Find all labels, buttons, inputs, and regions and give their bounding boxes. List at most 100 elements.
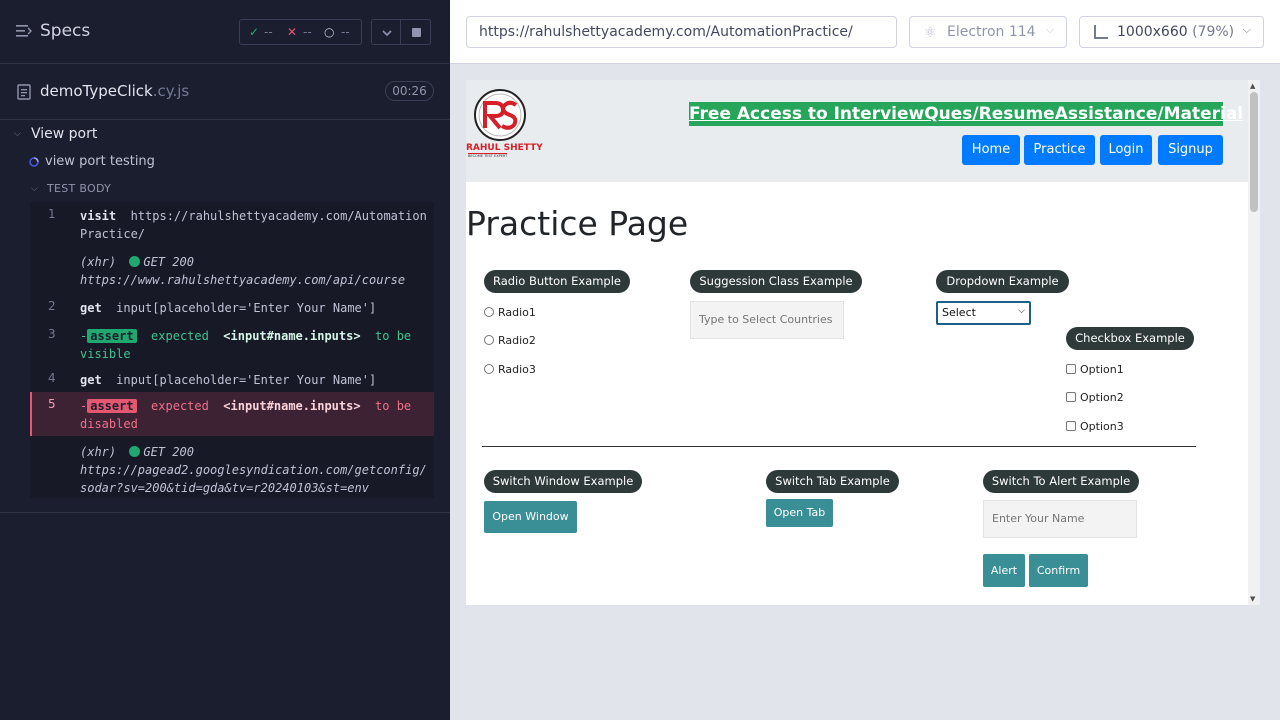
free-access-banner[interactable]: Free Access to InterviewQues/ResumeAssis… — [689, 102, 1243, 126]
xhr-url: https://www.rahulshettyacademy.com/api/c… — [80, 273, 406, 287]
xhr-label: (xhr) — [80, 255, 117, 269]
xhr-status: GET 200 — [143, 255, 194, 269]
nav-home-button[interactable]: Home — [962, 135, 1020, 165]
section-divider — [482, 446, 1196, 447]
checkbox-option[interactable]: Option3 — [1066, 420, 1124, 433]
test-body-label[interactable]: TEST BODY — [47, 182, 111, 195]
test-title[interactable]: view port testing — [45, 154, 155, 169]
page-title: Practice Page — [466, 204, 689, 243]
autocomplete-input[interactable]: Type to Select Countries — [690, 301, 844, 339]
failed-assert-row[interactable]: 5 - assert expected <input#name.inputs> t… — [30, 392, 434, 436]
running-spinner-icon — [29, 157, 39, 167]
chevron-down-icon — [382, 30, 392, 37]
dropdown-section-title: Dropdown Example — [936, 270, 1069, 293]
status-dot-icon — [129, 256, 141, 267]
test-stats: ✓ -- ✕ -- ○ -- — [239, 19, 362, 45]
checkbox-icon[interactable] — [1066, 421, 1076, 431]
reporter-header: Specs ✓ -- ✕ -- ○ -- — [0, 0, 450, 64]
radio-label: Radio3 — [498, 363, 536, 376]
command-arg: input[placeholder='Enter Your Name'] — [116, 301, 377, 315]
open-window-button[interactable]: Open Window — [484, 501, 577, 533]
command-name: get — [80, 373, 102, 387]
aut-panel: https://rahulshettyacademy.com/Automatio… — [450, 0, 1280, 720]
browser-name: Electron 114 — [947, 24, 1036, 40]
browser-toolbar: https://rahulshettyacademy.com/Automatio… — [450, 0, 1280, 64]
auto-scroll-toggle-button[interactable] — [371, 19, 401, 45]
url-bar[interactable]: https://rahulshettyacademy.com/Automatio… — [466, 16, 897, 48]
dropdown-select[interactable]: Select ⌵ — [936, 301, 1031, 325]
specs-title[interactable]: Specs — [40, 21, 90, 41]
spec-name: demoTypeClick — [40, 82, 153, 100]
checkbox-label: Option1 — [1080, 363, 1124, 376]
chevron-down-icon[interactable]: ⌵ — [31, 184, 38, 194]
checkbox-icon[interactable] — [1066, 364, 1076, 374]
stop-button[interactable] — [401, 19, 431, 45]
nav-practice-button[interactable]: Practice — [1024, 135, 1095, 165]
command-number: 3 — [48, 327, 56, 341]
suite-title[interactable]: View port — [31, 126, 97, 142]
spec-extension: .cy.js — [152, 82, 190, 100]
radio-circle-icon[interactable] — [484, 364, 494, 374]
command-number: 5 — [48, 397, 56, 411]
xhr-label: (xhr) — [80, 445, 117, 459]
assert-prefix: - — [80, 329, 88, 343]
stop-icon — [412, 28, 421, 37]
dropdown-value: Select — [942, 306, 976, 319]
divider — [0, 512, 450, 513]
confirm-button[interactable]: Confirm — [1029, 554, 1088, 587]
scroll-down-icon[interactable]: ▼ — [1250, 595, 1255, 603]
name-input[interactable]: Enter Your Name — [983, 500, 1137, 538]
checkbox-label: Option3 — [1080, 420, 1124, 433]
checkbox-icon[interactable] — [1066, 392, 1076, 402]
switch-window-title: Switch Window Example — [484, 470, 642, 493]
nav-login-button[interactable]: Login — [1100, 135, 1152, 165]
checkbox-option[interactable]: Option2 — [1066, 391, 1124, 404]
scrollbar-thumb[interactable] — [1250, 92, 1258, 212]
assert-word: expected — [151, 399, 209, 413]
scroll-up-icon[interactable]: ▲ — [1250, 82, 1255, 90]
command-log: 1 visit https://rahulshettyacademy.com/A… — [30, 202, 434, 498]
document-icon — [17, 84, 31, 100]
pending-circle-icon: ○ — [324, 25, 335, 39]
site-logo[interactable]: RAHUL SHETTY BECOME TEST EXPERT — [466, 88, 543, 160]
command-row[interactable]: 1 visit https://rahulshettyacademy.com/A… — [30, 202, 434, 248]
status-dot-icon — [129, 446, 141, 457]
alert-button[interactable]: Alert — [983, 554, 1025, 587]
command-number: 1 — [48, 207, 56, 221]
xhr-row[interactable]: (xhr) GET 200 https://pagead2.googlesyndi… — [30, 438, 434, 498]
browser-selector[interactable]: ⚛ Electron 114 ⌵ — [909, 16, 1067, 48]
chevron-down-icon[interactable]: ⌵ — [14, 129, 21, 139]
command-name: get — [80, 301, 102, 315]
xhr-url: https://pagead2.googlesyndication.com/ge… — [80, 463, 427, 495]
switch-tab-title: Switch Tab Example — [766, 470, 899, 493]
radio-option[interactable]: Radio3 — [484, 363, 536, 376]
spec-file-name: demoTypeClick.cy.js — [40, 82, 189, 100]
command-arg: https://rahulshettyacademy.com/Automatio… — [80, 209, 427, 241]
radio-circle-icon[interactable] — [484, 307, 494, 317]
checkbox-option[interactable]: Option1 — [1066, 363, 1124, 376]
viewport-selector[interactable]: 1000x660 (79%) ⌵ — [1079, 16, 1264, 48]
command-name: visit — [80, 209, 117, 223]
command-row[interactable]: 4 get input[placeholder='Enter Your Name… — [30, 366, 434, 392]
scrollbar[interactable]: ▲ ▼ — [1248, 80, 1260, 605]
radio-option[interactable]: Radio2 — [484, 334, 536, 347]
checkbox-section-title: Checkbox Example — [1066, 327, 1194, 350]
radio-circle-icon[interactable] — [484, 335, 494, 345]
radio-option[interactable]: Radio1 — [484, 306, 536, 319]
spec-file-row: demoTypeClick.cy.js 00:26 — [0, 64, 450, 120]
open-tab-button[interactable]: Open Tab — [766, 499, 833, 527]
assert-selector: <input#name.inputs> — [223, 329, 361, 343]
passed-count: -- — [264, 25, 273, 39]
assert-row[interactable]: 3 - assert expected <input#name.inputs> t… — [30, 322, 434, 366]
failed-x-icon: ✕ — [287, 25, 298, 39]
xhr-row[interactable]: (xhr) GET 200 https://www.rahulshettyacad… — [30, 248, 434, 294]
logo-subtext: BECOME TEST EXPERT — [468, 153, 508, 158]
nav-signup-button[interactable]: Signup — [1158, 135, 1223, 165]
radio-section-title: Radio Button Example — [484, 270, 630, 293]
pending-count: -- — [341, 25, 350, 39]
specs-menu-icon[interactable] — [16, 24, 32, 38]
chevron-down-icon: ⌵ — [1045, 23, 1054, 36]
electron-icon: ⚛ — [924, 25, 937, 41]
viewport-icon — [1094, 25, 1108, 39]
command-row[interactable]: 2 get input[placeholder='Enter Your Name… — [30, 294, 434, 322]
